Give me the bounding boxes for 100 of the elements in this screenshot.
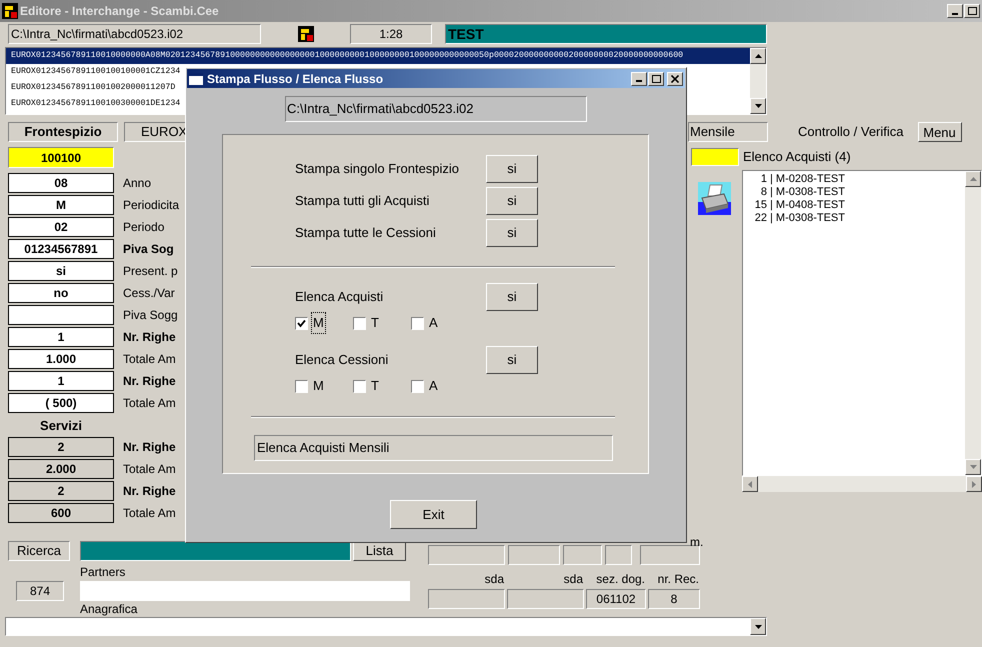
field-label: Nr. Righe — [123, 439, 176, 456]
menu-button[interactable]: Menu — [918, 122, 962, 142]
value-field[interactable] — [8, 305, 114, 325]
field-label: Totale Am — [123, 505, 176, 522]
dropdown[interactable] — [5, 617, 767, 636]
partner-field[interactable] — [80, 581, 410, 601]
yes-button[interactable]: si — [486, 346, 538, 374]
up-arrow-icon — [754, 54, 762, 58]
purchase-number: 8 — [760, 186, 767, 199]
dialog-title: Stampa Flusso / Elenca Flusso — [207, 70, 384, 88]
purchases-list[interactable]: 1 | M-0208-TEST 8 | M-0308-TEST 15 | M-0408-TEST 22 | M-0308-TEST — [742, 170, 982, 476]
minimize-icon — [636, 80, 642, 82]
option-label: Stampa tutte le Cessioni — [295, 224, 437, 242]
checkbox-label: M — [312, 313, 325, 333]
horizontal-scrollbar[interactable] — [742, 476, 982, 492]
window-title: Editore - Interchange - Scambi.Cee — [20, 3, 219, 20]
option-label: Elenca Cessioni — [295, 351, 390, 370]
dialog-path-field: C:\Intra_Nc\firmati\abcd0523.i02 — [285, 96, 587, 122]
close-icon — [671, 74, 679, 82]
yes-button[interactable]: si — [486, 218, 538, 246]
check-label: Controllo / Verifica — [798, 123, 904, 142]
field-label: sez. dog. — [595, 572, 646, 586]
field-label: Piva Sogg — [123, 307, 178, 324]
purchase-number: 1 — [760, 173, 767, 186]
services-heading: Servizi — [39, 417, 83, 435]
value-field[interactable]: 2 — [8, 481, 114, 501]
yes-button[interactable]: si — [486, 283, 538, 311]
value-field[interactable]: 600 — [8, 503, 114, 523]
path-field[interactable]: C:\Intra_Nc\firmati\abcd0523.i02 — [8, 24, 261, 44]
field-label: Nr. Righe — [123, 329, 176, 346]
exit-button[interactable]: Exit — [390, 500, 477, 529]
checkbox[interactable] — [353, 380, 366, 392]
field-label: Cess./Var — [123, 285, 175, 302]
down-arrow-icon — [970, 465, 976, 469]
maximize-button[interactable] — [964, 4, 980, 18]
close-button[interactable] — [667, 72, 683, 86]
search-label: Ricerca — [8, 541, 70, 561]
field-label: nr. Rec. — [656, 572, 700, 586]
registry-label: Anagrafica — [80, 602, 138, 616]
purchases-title: Elenco Acquisti (4) — [743, 148, 851, 166]
maximize-button[interactable] — [648, 72, 664, 86]
hidden-field — [640, 545, 700, 565]
checkbox-label: M — [312, 377, 325, 396]
minimize-button[interactable] — [631, 72, 647, 86]
yes-button[interactable]: si — [486, 154, 538, 182]
section-title: Frontespizio — [8, 122, 118, 142]
maximize-icon — [652, 74, 660, 82]
code-value-field[interactable]: 100100 — [8, 147, 114, 168]
checkbox-label: A — [428, 377, 439, 396]
checkbox[interactable] — [295, 316, 308, 330]
value-field[interactable]: M — [8, 195, 114, 215]
status-field: TEST — [445, 24, 767, 44]
app-logo-icon — [2, 3, 18, 19]
search-field[interactable] — [80, 541, 351, 561]
partners-label: Partners — [80, 565, 126, 579]
dialog-status-field: Elenca Acquisti Mensili — [254, 435, 613, 461]
purchase-number: 22 — [754, 212, 767, 225]
field-label: Nr. Righe — [123, 483, 176, 500]
minimize-icon — [952, 12, 958, 14]
value-field: 8 — [648, 589, 700, 609]
checkbox[interactable] — [411, 380, 424, 392]
value-field[interactable]: si — [8, 261, 114, 281]
value-field[interactable]: 02 — [8, 217, 114, 237]
caret-icon — [754, 624, 762, 628]
value-field[interactable]: 1 — [8, 371, 114, 391]
checkbox[interactable] — [295, 380, 308, 392]
checkbox[interactable] — [411, 316, 424, 330]
field-label: Nr. Righe — [123, 373, 176, 390]
minimize-button[interactable] — [947, 4, 963, 18]
record-row[interactable]: EUROX0123456789110010000000A08M02012345678910000000000000000010000000001000000001000000000000050p00002000000000020000000020000000000600 — [6, 48, 750, 64]
value-field[interactable]: 2.000 — [8, 459, 114, 479]
value-field[interactable]: 2 — [8, 437, 114, 457]
down-arrow-icon — [754, 104, 762, 108]
field-label: Present. p — [123, 263, 178, 280]
value-field[interactable]: no — [8, 283, 114, 303]
hidden-field — [508, 545, 560, 565]
checkbox[interactable] — [353, 316, 366, 330]
value-field[interactable]: 08 — [8, 173, 114, 193]
field-label: Anno — [123, 175, 152, 192]
up-arrow-icon — [970, 177, 976, 181]
time-field: 1:28 — [350, 24, 432, 44]
scrollbar[interactable] — [965, 171, 981, 475]
highlight-field — [691, 148, 739, 166]
value-field[interactable]: 01234567891 — [8, 239, 114, 259]
field-label: Totale Am — [123, 351, 176, 368]
field-label: sda — [562, 572, 584, 586]
value-field[interactable]: 1 — [8, 327, 114, 347]
field-label: m. — [690, 534, 704, 551]
checkbox-label: T — [370, 377, 380, 396]
count-field: 874 — [16, 581, 64, 601]
scrollbar[interactable] — [750, 48, 766, 114]
purchase-code: | M-0308-TEST — [770, 186, 845, 199]
purchase-code: | M-0408-TEST — [770, 199, 845, 212]
value-field[interactable]: 1.000 — [8, 349, 114, 369]
field-label: sda — [484, 572, 505, 586]
yes-button[interactable]: si — [486, 186, 538, 214]
value-field[interactable]: ( 500) — [8, 393, 114, 413]
field-label: Totale Am — [123, 395, 176, 412]
left-arrow-icon — [748, 480, 752, 488]
printer-icon[interactable] — [698, 182, 731, 215]
